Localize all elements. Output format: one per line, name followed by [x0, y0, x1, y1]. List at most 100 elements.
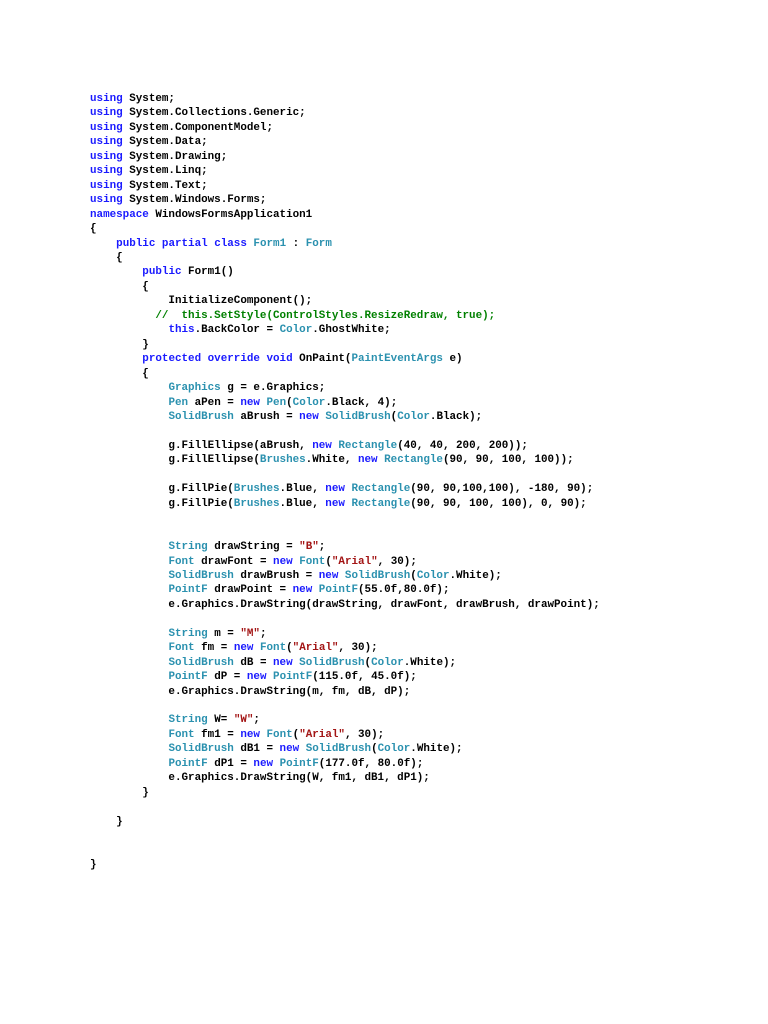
- code-token: dP =: [207, 671, 247, 684]
- code-token-kw: using: [90, 93, 123, 105]
- code-token: }: [90, 815, 123, 828]
- code-line: {: [90, 251, 600, 265]
- code-token-type: PointF: [318, 584, 358, 597]
- code-line: PointF dP1 = new PointF(177.0f, 80.0f);: [90, 757, 600, 771]
- code-line: public partial class Form1 : Form: [90, 237, 600, 251]
- code-token: :: [286, 237, 306, 250]
- code-line: String m = "M";: [90, 627, 600, 641]
- code-token: g.FillPie(: [90, 497, 234, 510]
- code-token: (90, 90, 100, 100), 0, 90);: [410, 497, 587, 510]
- code-token: g.FillEllipse(: [90, 454, 260, 467]
- code-line: Font fm1 = new Font("Arial", 30);: [90, 728, 600, 742]
- code-token-type: Brushes: [233, 483, 280, 496]
- code-line: g.FillEllipse(aBrush, new Rectangle(40, …: [90, 439, 600, 453]
- code-token-type: SolidBrush: [168, 656, 234, 669]
- code-token-type: Rectangle: [338, 439, 398, 452]
- code-line: SolidBrush aBrush = new SolidBrush(Color…: [90, 410, 600, 424]
- code-token-type: SolidBrush: [305, 743, 372, 756]
- code-token-str: "B": [299, 541, 319, 554]
- code-token: (177.0f, 80.0f);: [318, 757, 424, 770]
- code-token-kw: using: [90, 150, 123, 163]
- code-token: OnPaint(: [292, 353, 352, 366]
- code-token-type: Color: [292, 396, 326, 409]
- code-line: InitializeComponent();: [90, 294, 600, 308]
- code-token-kw: new: [325, 483, 345, 496]
- code-token-type: String: [168, 714, 208, 727]
- code-token: System.Data;: [122, 136, 208, 149]
- code-token-kw: new: [318, 569, 339, 582]
- code-token-type: Rectangle: [351, 497, 411, 510]
- code-token-type: Form: [305, 237, 332, 250]
- code-token-kw: new: [253, 757, 274, 770]
- code-line: }: [90, 858, 600, 872]
- code-token: }: [90, 338, 149, 351]
- code-token: g = e.Graphics;: [220, 382, 326, 395]
- code-line: SolidBrush drawBrush = new SolidBrush(Co…: [90, 569, 600, 583]
- code-token: , 30);: [377, 555, 417, 568]
- code-token-kw: using: [90, 194, 123, 207]
- code-token: e.Graphics.DrawString(drawString, drawFo…: [90, 598, 600, 611]
- code-token: dP1 =: [207, 757, 254, 770]
- code-token: aBrush =: [233, 410, 300, 423]
- code-token-type: PointF: [168, 757, 208, 770]
- code-token-kw: new: [233, 642, 254, 655]
- code-line: Graphics g = e.Graphics;: [90, 381, 600, 395]
- code-line: e.Graphics.DrawString(m, fm, dB, dP);: [90, 685, 600, 699]
- code-token: {: [90, 367, 149, 380]
- code-token: .White,: [305, 454, 358, 467]
- code-token-kw: new: [240, 728, 260, 741]
- code-line: this.BackColor = Color.GhostWhite;: [90, 323, 600, 337]
- code-token: fm =: [194, 642, 234, 655]
- code-token: .White);: [410, 743, 463, 756]
- code-token: WindowsFormsApplication1: [148, 208, 313, 221]
- code-token: System.Windows.Forms;: [122, 194, 267, 207]
- code-token-type: String: [168, 541, 208, 554]
- code-token: {: [90, 223, 97, 236]
- code-line: using System.ComponentModel;: [90, 121, 600, 135]
- code-token: System;: [122, 93, 175, 105]
- code-line: g.FillEllipse(Brushes.White, new Rectang…: [90, 453, 600, 467]
- code-token-kw: new: [273, 656, 293, 669]
- code-token-type: Font: [168, 555, 195, 568]
- code-token: ;: [318, 541, 326, 554]
- code-token-kw: namespace: [90, 208, 149, 221]
- code-token: System.Drawing;: [122, 150, 228, 163]
- code-token-type: PointF: [273, 671, 313, 684]
- code-token: System.Text;: [122, 179, 208, 192]
- code-token-type: Graphics: [168, 382, 221, 395]
- code-token-str: "Arial": [292, 642, 339, 655]
- code-token: g.FillPie(: [90, 483, 234, 496]
- code-token-type: SolidBrush: [168, 743, 234, 756]
- code-line: g.FillPie(Brushes.Blue, new Rectangle(90…: [90, 482, 600, 496]
- code-token: drawFont =: [194, 555, 274, 568]
- code-token-kw: public partial class: [116, 237, 247, 250]
- code-token: ;: [253, 714, 260, 727]
- code-line: {: [90, 367, 600, 381]
- code-token-type: Font: [266, 728, 293, 741]
- code-line: PointF dP = new PointF(115.0f, 45.0f);: [90, 670, 600, 684]
- code-token-type: Brushes: [259, 454, 306, 467]
- code-token-kw: protected override void: [142, 353, 293, 366]
- code-token-str: "M": [240, 627, 260, 640]
- code-token-type: SolidBrush: [299, 656, 365, 669]
- code-token-kw: new: [240, 396, 260, 409]
- code-token-kw: public: [142, 266, 182, 279]
- code-token-kw: using: [90, 136, 123, 149]
- code-line: {: [90, 280, 600, 294]
- code-token: System.Collections.Generic;: [122, 107, 306, 120]
- code-token-kw: new: [279, 743, 300, 756]
- code-token-type: SolidBrush: [344, 569, 411, 582]
